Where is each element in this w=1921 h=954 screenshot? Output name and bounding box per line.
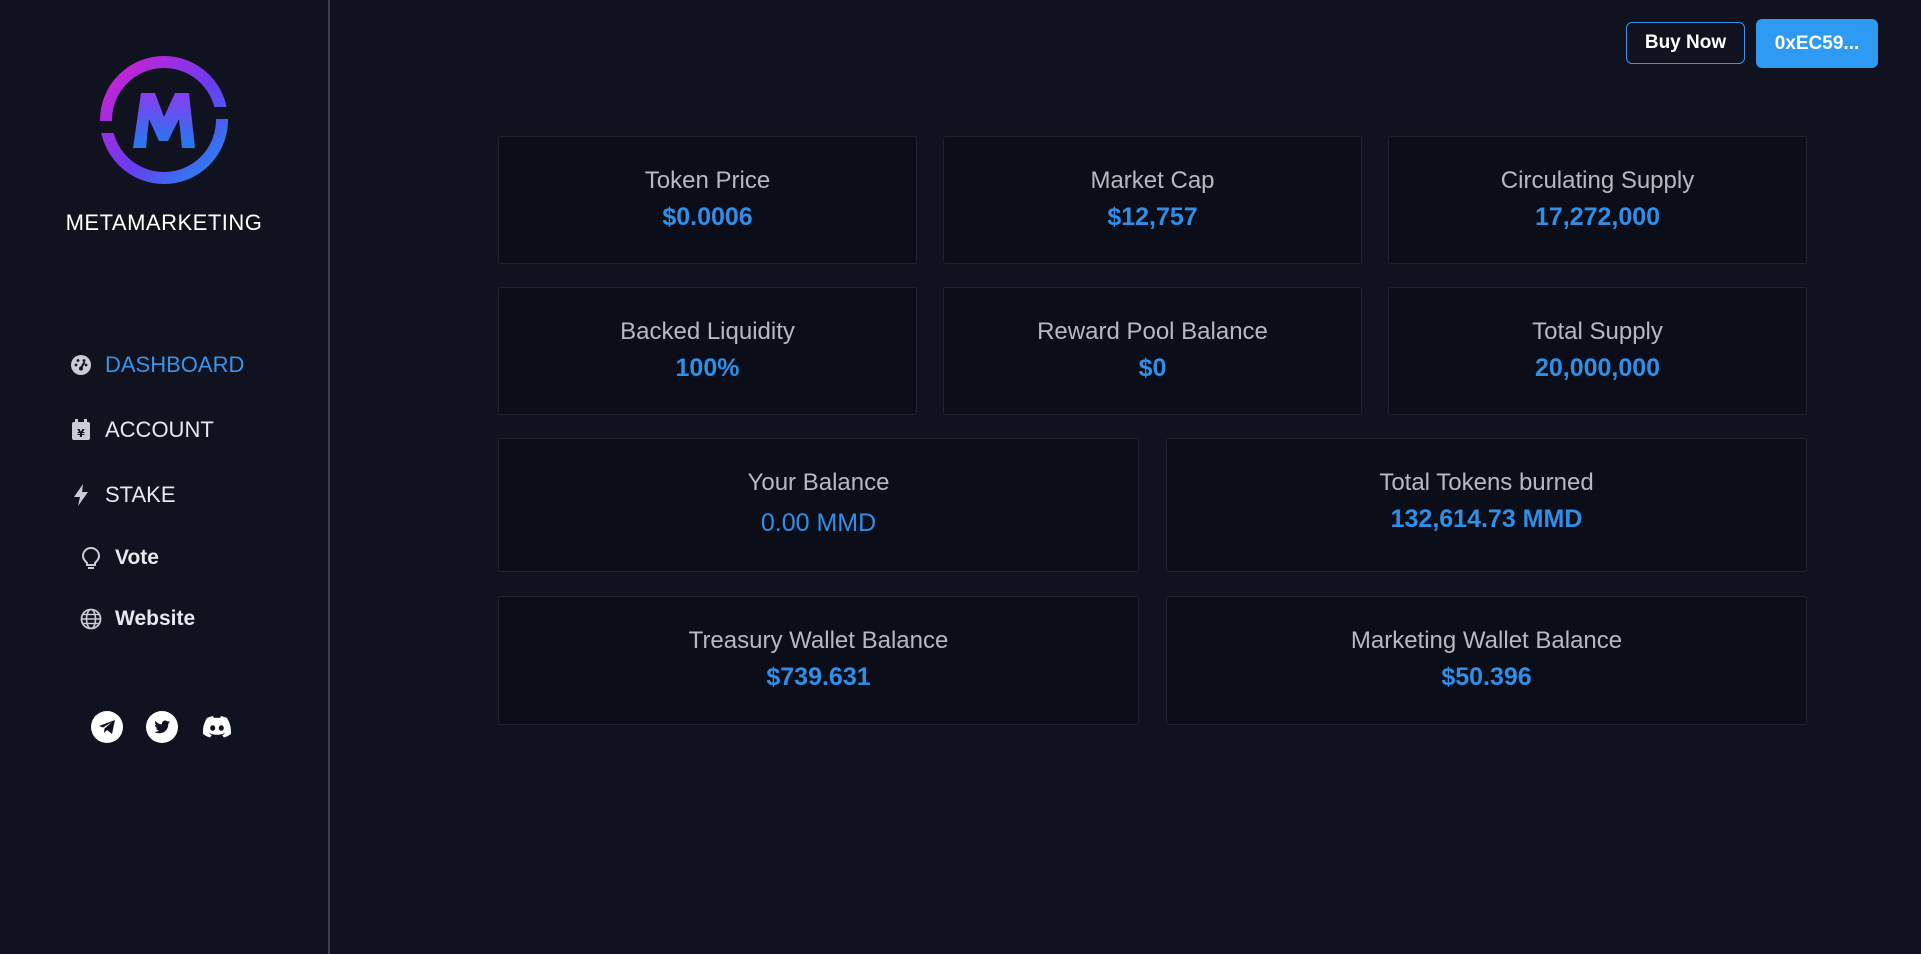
metamarketing-logo <box>99 56 229 184</box>
card-backed-liquidity: Backed Liquidity 100% <box>498 287 917 415</box>
card-your-balance: Your Balance 0.00 MMD <box>498 438 1139 572</box>
card-label: Token Price <box>644 167 771 194</box>
card-label: Backed Liquidity <box>620 318 795 345</box>
nav-label-stake: STAKE <box>105 482 176 507</box>
dashboard-gauge-icon <box>70 354 92 376</box>
card-market-cap: Market Cap $12,757 <box>943 136 1362 264</box>
twitter-icon[interactable] <box>146 711 178 743</box>
nav-item-vote[interactable]: Vote <box>80 546 159 570</box>
card-value: $12,757 <box>1107 203 1198 231</box>
discord-icon[interactable] <box>201 711 233 743</box>
card-label: Market Cap <box>1090 167 1215 194</box>
nav-label-dashboard: DASHBOARD <box>105 352 245 377</box>
card-value: $0.0006 <box>662 203 753 231</box>
card-label: Total Tokens burned <box>1379 469 1594 496</box>
card-treasury-wallet-balance: Treasury Wallet Balance $739.631 <box>498 596 1139 725</box>
card-label: Your Balance <box>747 469 890 496</box>
nav-item-website[interactable]: Website <box>80 607 195 631</box>
card-value: 0.00 MMD <box>760 509 877 537</box>
card-value: 132,614.73 MMD <box>1390 505 1583 533</box>
card-value: $0 <box>1138 354 1167 382</box>
card-value: $739.631 <box>766 663 871 691</box>
card-label: Reward Pool Balance <box>1037 318 1268 345</box>
card-marketing-wallet-balance: Marketing Wallet Balance $50.396 <box>1166 596 1807 725</box>
nav-item-dashboard[interactable]: DASHBOARD <box>70 352 244 378</box>
nav-item-account[interactable]: ¥ ACCOUNT <box>70 417 214 443</box>
account-calendar-icon: ¥ <box>70 419 92 441</box>
nav-label-vote: Vote <box>115 546 159 569</box>
buy-now-button[interactable]: Buy Now <box>1626 22 1745 64</box>
svg-text:¥: ¥ <box>77 427 85 440</box>
wallet-address-button[interactable]: 0xEC59... <box>1756 19 1878 68</box>
card-label: Total Supply <box>1532 318 1663 345</box>
card-value: 100% <box>675 354 740 382</box>
card-circulating-supply: Circulating Supply 17,272,000 <box>1388 136 1807 264</box>
nav-label-account: ACCOUNT <box>105 417 214 442</box>
card-label: Treasury Wallet Balance <box>688 627 949 654</box>
telegram-icon[interactable] <box>91 711 123 743</box>
lightning-bolt-icon <box>70 484 92 506</box>
lightbulb-icon <box>80 546 102 569</box>
card-label: Marketing Wallet Balance <box>1350 627 1623 654</box>
card-value: $50.396 <box>1441 663 1532 691</box>
globe-icon <box>80 608 102 630</box>
card-total-supply: Total Supply 20,000,000 <box>1388 287 1807 415</box>
app-root: METAMARKETING DASHBOARD ¥ ACCOUNT STAKE … <box>0 0 1921 954</box>
nav-label-website: Website <box>115 607 196 630</box>
sidebar: METAMARKETING DASHBOARD ¥ ACCOUNT STAKE … <box>0 0 330 954</box>
card-total-tokens-burned: Total Tokens burned 132,614.73 MMD <box>1166 438 1807 572</box>
card-value: 20,000,000 <box>1534 354 1661 382</box>
social-links <box>91 711 233 743</box>
card-token-price: Token Price $0.0006 <box>498 136 917 264</box>
card-reward-pool-balance: Reward Pool Balance $0 <box>943 287 1362 415</box>
nav-item-stake[interactable]: STAKE <box>70 482 176 508</box>
card-value: 17,272,000 <box>1534 203 1661 231</box>
card-label: Circulating Supply <box>1500 167 1695 194</box>
brand-name: METAMARKETING <box>65 210 263 235</box>
